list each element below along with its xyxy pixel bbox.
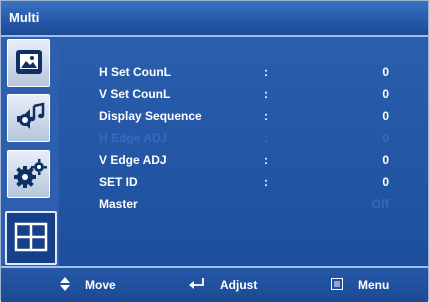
- row-colon: :: [264, 87, 268, 101]
- menu-label: Menu: [358, 278, 390, 292]
- row-colon: :: [264, 65, 268, 79]
- tab-picture[interactable]: [7, 39, 50, 87]
- row-label: H Edge ADJ: [99, 131, 168, 145]
- gear-icon: [14, 159, 47, 188]
- enter-icon: [189, 278, 204, 289]
- row-value: 0: [382, 109, 389, 123]
- tab-setup[interactable]: [7, 150, 50, 198]
- row-value: 0: [382, 65, 389, 79]
- row-value: 0: [382, 87, 389, 101]
- tab-multi[interactable]: [5, 211, 57, 265]
- menu-row-v-set-count[interactable]: V Set CounL : 0: [99, 87, 389, 103]
- row-label: H Set CounL: [99, 65, 171, 79]
- row-colon: :: [264, 153, 268, 167]
- menu-row-set-id[interactable]: SET ID : 0: [99, 175, 389, 191]
- adjust-label: Adjust: [220, 278, 258, 292]
- row-label: V Edge ADJ: [99, 153, 167, 167]
- sound-icon: [17, 102, 45, 129]
- row-value: 0: [382, 175, 389, 189]
- row-value: 0: [382, 131, 389, 145]
- row-colon: :: [264, 109, 268, 123]
- sidebar: [1, 37, 59, 266]
- row-label: V Set CounL: [99, 87, 171, 101]
- row-value: 0: [382, 153, 389, 167]
- up-down-arrow-icon: [60, 277, 70, 291]
- row-label: Master: [99, 197, 138, 211]
- menu-panel: H Set CounL : 0 V Set CounL : 0 Display …: [59, 37, 428, 266]
- menu-row-master[interactable]: Master Off: [99, 197, 389, 213]
- move-label: Move: [85, 278, 116, 292]
- tab-sound[interactable]: [7, 94, 50, 142]
- row-colon: :: [264, 175, 268, 189]
- hint-bar: Move Adjust Menu: [1, 266, 428, 302]
- title-bar: Multi: [1, 1, 428, 37]
- menu-title: Multi: [9, 10, 40, 25]
- row-value: Off: [371, 197, 389, 211]
- row-colon: :: [264, 131, 268, 145]
- multi-grid-icon: [14, 222, 48, 252]
- menu-icon: [331, 278, 343, 290]
- row-label: Display Sequence: [99, 109, 202, 123]
- menu-row-h-edge-adj[interactable]: H Edge ADJ : 0: [99, 131, 389, 147]
- row-label: SET ID: [99, 175, 138, 189]
- osd-window: Multi H Set CounL: 0 V Set CounL: 0 Di…: [0, 0, 429, 302]
- picture-icon: [16, 50, 42, 74]
- menu-row-h-set-count[interactable]: H Set CounL : 0: [99, 65, 389, 81]
- menu-row-display-sequence[interactable]: Display Sequence : 0: [99, 109, 389, 125]
- menu-row-v-edge-adj[interactable]: V Edge ADJ : 0: [99, 153, 389, 169]
